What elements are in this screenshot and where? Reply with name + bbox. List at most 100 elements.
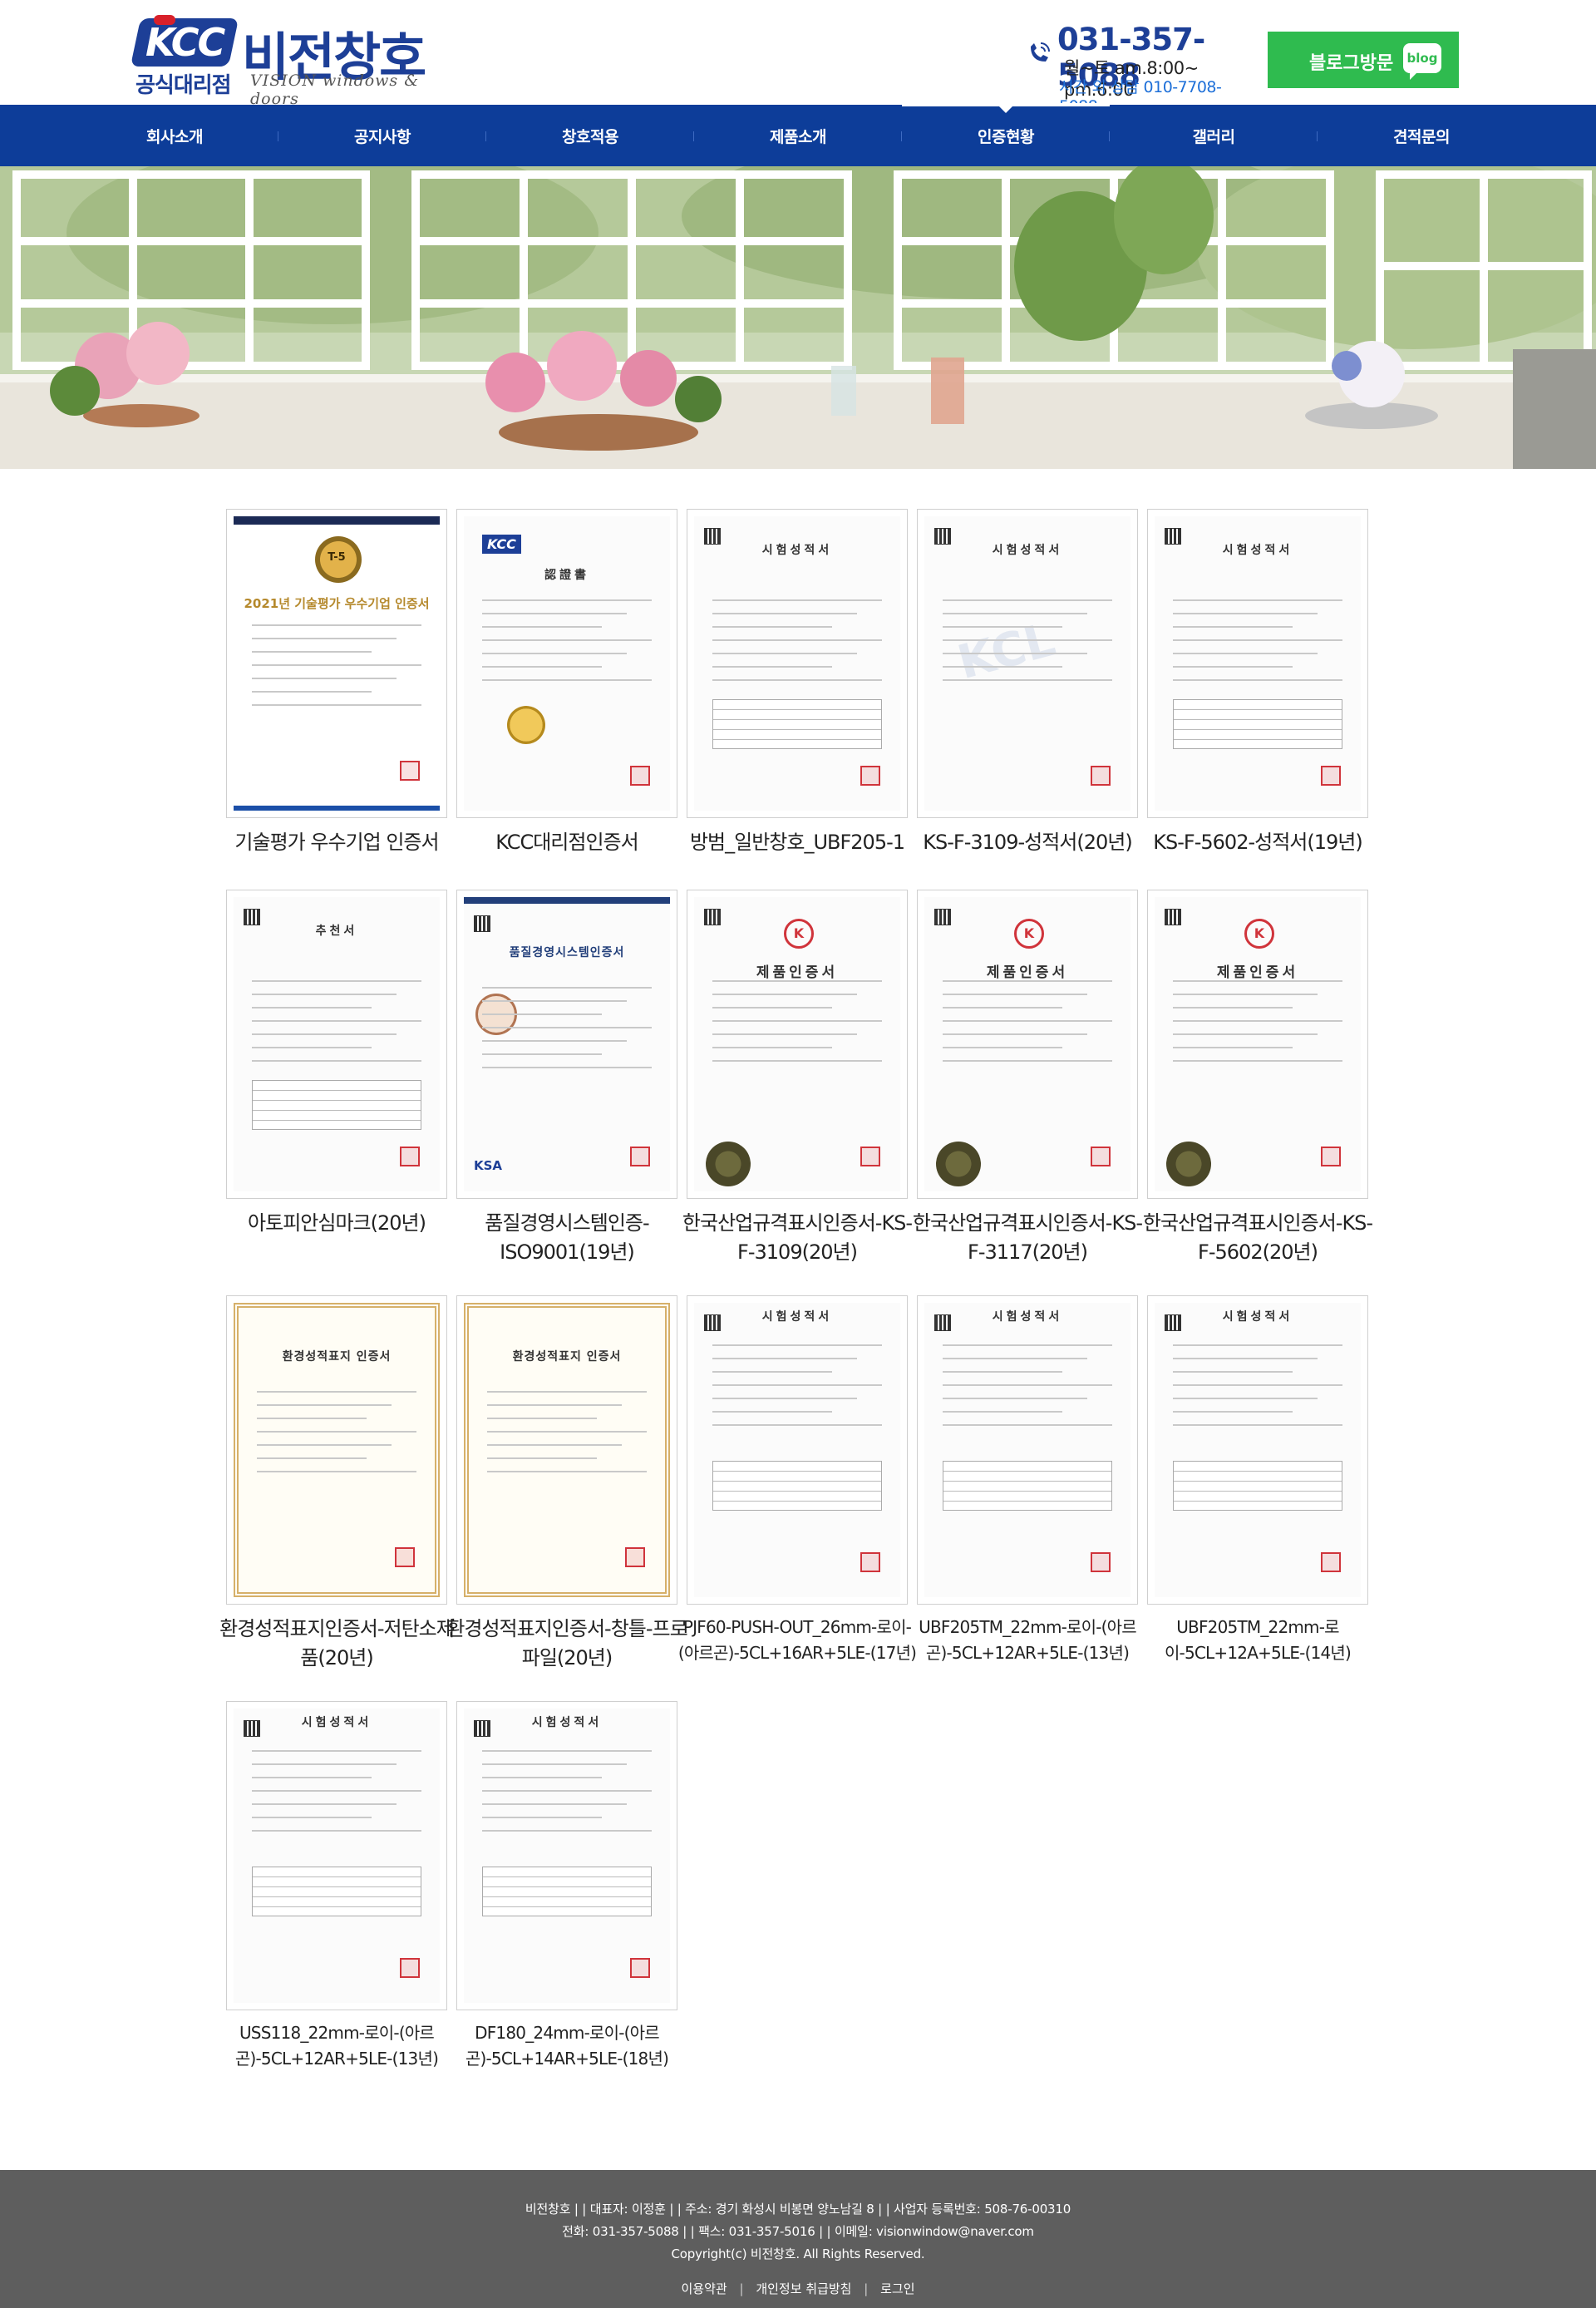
footer-link-terms[interactable]: 이용약관 <box>681 2281 727 2296</box>
document-text-line <box>1173 1424 1342 1426</box>
nav-item-3[interactable]: 창호적용 <box>486 105 694 166</box>
document-title: 추천서 <box>315 925 358 938</box>
certificate-thumbnail[interactable]: 추천서 <box>226 890 447 1199</box>
site-header: KCC 공식대리점 비전창호 VISION windows & doors 03… <box>0 0 1596 116</box>
certificate-caption[interactable]: 아토피안심마크(20년) <box>214 1209 459 1238</box>
document-text-line <box>712 679 882 681</box>
certificate-thumbnail[interactable]: 시험성적서 <box>456 1701 677 2010</box>
document-text-line <box>482 1067 652 1068</box>
certificate-thumbnail[interactable]: 환경성적표지 인증서 <box>456 1295 677 1605</box>
certificate-caption[interactable]: 방범_일반창호_UBF205-1 <box>675 828 919 857</box>
certificate-caption[interactable]: KS-F-5602-성적서(19년) <box>1135 828 1380 857</box>
medal-label: T-5 <box>328 551 346 564</box>
qr-code-icon <box>934 909 951 925</box>
certificate-thumbnail[interactable]: 시험성적서 <box>1147 1295 1368 1605</box>
certificate-caption[interactable]: 환경성적표지인증서-저탄소제품(20년) <box>214 1615 459 1673</box>
certificate-thumbnail[interactable]: 시험성적서 <box>917 1295 1138 1605</box>
certificate-document-preview: KCC 認證書 <box>464 516 670 811</box>
document-table <box>1173 699 1342 749</box>
document-text-line <box>482 653 627 654</box>
document-text-line <box>252 1020 421 1022</box>
certificate-caption[interactable]: 한국산업규격표시인증서-KS-F-3117(20년) <box>905 1209 1150 1267</box>
certificate-caption[interactable]: UBF205TM_22mm-로이-5CL+12A+5LE-(14년) <box>1135 1615 1380 1666</box>
nav-item-4[interactable]: 제품소개 <box>694 105 902 166</box>
certificate-thumbnail[interactable]: KCL 시험성적서 <box>917 509 1138 818</box>
certificate-document-preview: 시험성적서 <box>234 1709 440 2003</box>
certificate-caption[interactable]: 품질경영시스템인증-ISO9001(19년) <box>445 1209 689 1267</box>
document-text-line <box>943 1398 1087 1399</box>
document-text-line <box>943 613 1087 614</box>
document-text-line <box>1173 1033 1318 1035</box>
document-text-line <box>482 666 602 668</box>
certificate-thumbnail[interactable]: K 제품인증서 <box>687 890 908 1199</box>
document-text-line <box>482 599 652 601</box>
document-text-line <box>712 613 857 614</box>
document-title: 제품인증서 <box>756 964 839 981</box>
nav-item-6[interactable]: 갤러리 <box>1110 105 1318 166</box>
document-title: 환경성적표지 인증서 <box>282 1350 392 1364</box>
certificate-caption[interactable]: PJF60-PUSH-OUT_26mm-로이-(아르곤)-5CL+16AR+5L… <box>675 1615 919 1666</box>
certificate-caption[interactable]: DF180_24mm-로이-(아르곤)-5CL+14AR+5LE-(18년) <box>445 2020 689 2072</box>
nav-item-label: 회사소개 <box>146 127 203 146</box>
certificate-thumbnail[interactable]: K 제품인증서 <box>917 890 1138 1199</box>
document-text-line <box>712 653 857 654</box>
nav-item-7[interactable]: 견적문의 <box>1318 105 1525 166</box>
certificate-caption[interactable]: 기술평가 우수기업 인증서 <box>214 828 459 857</box>
certificate-thumbnail[interactable]: 환경성적표지 인증서 <box>226 1295 447 1605</box>
document-text-line <box>712 1344 882 1346</box>
nav-list: 회사소개 공지사항 창호적용 제품소개 인증현황 갤러리 견적문의 <box>71 103 1525 166</box>
certificate-caption[interactable]: 한국산업규격표시인증서-KS-F-3109(20년) <box>675 1209 919 1267</box>
document-text-line <box>943 626 1062 628</box>
document-title: 시험성적서 <box>531 1716 603 1729</box>
site-logo[interactable]: KCC 공식대리점 비전창호 VISION windows & doors <box>130 15 435 108</box>
ks-mark-label: K <box>793 925 805 941</box>
document-text-line <box>252 1817 372 1818</box>
document-text-line <box>482 1000 627 1002</box>
certificate-thumbnail[interactable]: 시험성적서 <box>1147 509 1368 818</box>
footer-link-privacy[interactable]: 개인정보 취급방침 <box>756 2281 851 2296</box>
document-text-line <box>252 980 421 982</box>
company-tagline: VISION windows & doors <box>250 72 420 108</box>
certificate-thumbnail[interactable]: 시험성적서 <box>687 1295 908 1605</box>
certificate-thumbnail[interactable]: T-5 2021년 기술평가 우수기업 인증서 <box>226 509 447 818</box>
document-text-line <box>943 1060 1112 1062</box>
nav-item-1[interactable]: 회사소개 <box>71 105 278 166</box>
document-text-line <box>252 1803 397 1805</box>
footer-contact-info: 전화: 031-357-5088 | | 팩스: 031-357-5016 | … <box>562 2224 1034 2239</box>
certificate-caption[interactable]: USS118_22mm-로이-(아르곤)-5CL+12AR+5LE-(13년) <box>214 2020 459 2072</box>
certificate-document-preview: 시험성적서 <box>1155 1303 1361 1597</box>
red-stamp-icon <box>1321 1147 1341 1166</box>
certificate-thumbnail[interactable]: 시험성적서 <box>687 509 908 818</box>
certificate-thumbnail[interactable]: 시험성적서 <box>226 1701 447 2010</box>
qr-code-icon <box>474 915 490 932</box>
certificate-caption[interactable]: 환경성적표지인증서-창틀-프로파일(20년) <box>445 1615 689 1673</box>
certificate-thumbnail[interactable]: KCC 認證書 <box>456 509 677 818</box>
red-stamp-icon <box>1091 766 1111 786</box>
document-text-line <box>1173 1344 1342 1346</box>
footer-link-login[interactable]: 로그인 <box>880 2281 914 2296</box>
document-text-line <box>943 1033 1087 1035</box>
blog-visit-button[interactable]: 블로그방문 blog <box>1268 32 1459 88</box>
certificate-document-preview: T-5 2021년 기술평가 우수기업 인증서 <box>234 516 440 811</box>
nav-item-2[interactable]: 공지사항 <box>278 105 486 166</box>
document-text-line <box>712 639 882 641</box>
document-text-line <box>257 1431 416 1433</box>
certificate-thumbnail[interactable]: KSA 품질경영시스템인증서 <box>456 890 677 1199</box>
nav-item-5[interactable]: 인증현황 <box>902 103 1110 166</box>
document-text-line <box>487 1391 647 1393</box>
nav-item-label: 제품소개 <box>770 127 826 146</box>
document-text-line <box>943 1007 1062 1009</box>
document-text-line <box>482 1803 627 1805</box>
certificate-document-preview: 추천서 <box>234 897 440 1191</box>
contact-info: 031-357-5088 월~토 am.8:00~ pm.6:00 시간 외 상… <box>1024 22 1254 116</box>
red-stamp-icon <box>625 1547 645 1567</box>
certificate-caption[interactable]: UBF205TM_22mm-로이-(아르곤)-5CL+12AR+5LE-(13년… <box>905 1615 1150 1666</box>
red-stamp-icon <box>1321 1552 1341 1572</box>
document-text-line <box>943 1384 1112 1386</box>
document-text-line <box>712 980 882 982</box>
certificate-caption[interactable]: KCC대리점인증서 <box>445 828 689 857</box>
certificate-thumbnail[interactable]: K 제품인증서 <box>1147 890 1368 1199</box>
red-stamp-icon <box>860 1147 880 1166</box>
certificate-caption[interactable]: KS-F-3109-성적서(20년) <box>905 828 1150 857</box>
certificate-caption[interactable]: 한국산업규격표시인증서-KS-F-5602(20년) <box>1135 1209 1380 1267</box>
